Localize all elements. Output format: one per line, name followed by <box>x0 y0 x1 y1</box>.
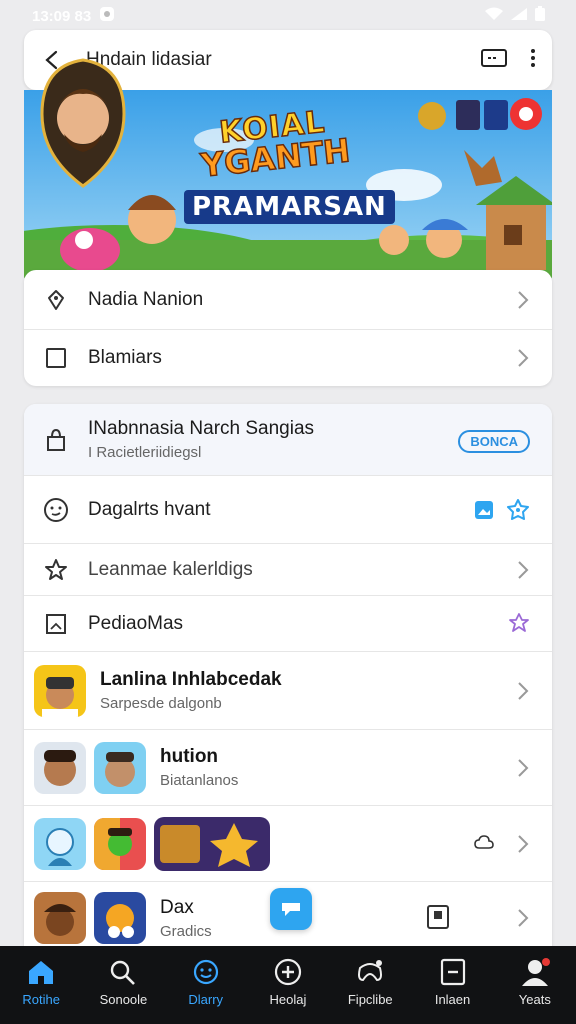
chevron-right-icon <box>518 349 529 367</box>
notification-icon <box>99 6 115 26</box>
list-item-label: Blamiars <box>88 347 162 368</box>
game-title: Dax <box>160 896 194 918</box>
game-row[interactable] <box>24 806 552 882</box>
nav-item-search[interactable]: Sonoole <box>88 958 158 1007</box>
floating-action-button[interactable] <box>270 888 312 930</box>
status-bar: 13:09 83 <box>0 0 576 32</box>
section-header[interactable]: INabnnasia Narch Sangias I Racietleriidi… <box>24 404 552 476</box>
search-icon <box>111 960 136 985</box>
chevron-right-icon <box>518 290 529 309</box>
image-icon[interactable] <box>474 500 494 525</box>
list-item-label: Leanmae kalerldigs <box>88 558 253 580</box>
cast-icon <box>481 48 507 67</box>
cast-button[interactable] <box>480 48 508 73</box>
game-thumbnail <box>34 664 86 717</box>
list-item-label: PediaoMas <box>88 612 184 634</box>
nav-item-library[interactable]: Dlarry <box>171 958 241 1007</box>
game-subtitle: Sarpesde dalgonb <box>100 695 222 712</box>
chevron-right-icon <box>518 560 529 579</box>
bag-icon <box>38 422 74 458</box>
gamepad-icon <box>358 960 383 982</box>
chevron-right-icon <box>518 909 529 927</box>
minus-box-icon <box>440 958 465 986</box>
nav-item-inbox[interactable]: Inlaen <box>418 958 488 1007</box>
smiley-icon <box>38 492 74 528</box>
battery-icon <box>534 6 546 26</box>
tag-icon <box>38 282 74 318</box>
section-subtitle: I Racietleriidiegsl <box>88 444 202 461</box>
more-menu-button[interactable] <box>530 48 536 73</box>
wifi-icon <box>484 7 504 25</box>
cloud-icon[interactable] <box>474 834 494 855</box>
game-title: Lanlina Inhlabcedak <box>100 669 282 690</box>
chevron-right-icon <box>518 758 529 777</box>
game-thumbnail <box>94 741 146 794</box>
frame-icon <box>38 606 74 642</box>
avatar-shield-icon <box>40 58 126 188</box>
content-card: INabnnasia Narch Sangias I Racietleriidi… <box>24 404 552 964</box>
nav-label: Sonoole <box>99 992 148 1007</box>
game-subtitle: Gradics <box>160 922 212 940</box>
nav-label: Heolaj <box>269 992 307 1007</box>
nav-item-games[interactable]: Fipclibe <box>335 958 405 1007</box>
nav-label: Inlaen <box>434 992 471 1007</box>
avatar[interactable] <box>38 56 128 190</box>
game-subtitle: Biatanlanos <box>160 772 239 789</box>
game-thumbnail <box>34 892 86 944</box>
status-time: 13:09 83 <box>32 7 92 25</box>
home-icon <box>29 961 54 984</box>
chevron-right-icon <box>518 681 529 700</box>
square-icon <box>38 340 74 376</box>
nav-item-add[interactable]: Heolaj <box>253 958 323 1007</box>
nav-item-profile[interactable]: Yeats <box>500 958 570 1007</box>
game-row[interactable]: Lanlina Inhlabcedak Sarpesde dalgonb <box>24 652 552 730</box>
bottom-nav: Rotihe Sonoole Dlarry Heolaj Fipclibe In… <box>0 946 576 1024</box>
game-thumbnail <box>94 892 146 944</box>
game-thumbnail <box>34 741 86 794</box>
chevron-right-icon <box>518 834 529 853</box>
smile-badge-icon <box>193 959 218 985</box>
list-item[interactable]: Nadia Nanion <box>24 270 552 330</box>
star-icon <box>38 552 74 588</box>
nav-label: Yeats <box>518 992 551 1007</box>
section-title: INabnnasia Narch Sangias <box>88 418 315 439</box>
plus-circle-icon <box>274 958 302 986</box>
game-title: hution <box>160 746 219 767</box>
game-thumbnail <box>94 817 146 870</box>
list-item[interactable]: PediaoMas <box>24 596 552 652</box>
favorite-star-icon[interactable] <box>508 612 530 639</box>
game-thumbnail <box>34 817 86 870</box>
list-item[interactable]: Leanmae kalerldigs <box>24 544 552 596</box>
nav-label: Rotihe <box>22 992 60 1007</box>
nav-item-home[interactable]: Rotihe <box>6 958 76 1007</box>
nav-label: Fipclibe <box>347 992 393 1007</box>
bookmark-box-icon[interactable] <box>426 904 450 935</box>
list-item[interactable]: Blamiars <box>24 330 552 386</box>
signal-icon <box>510 7 528 25</box>
banner-line3: PRAMARSAN <box>184 190 395 224</box>
person-icon <box>521 958 550 986</box>
more-vert-icon <box>531 48 535 67</box>
list-item[interactable]: Dagalrts hvant <box>24 476 552 544</box>
badge-star-icon[interactable] <box>506 498 530 527</box>
list-item-label: Nadia Nanion <box>88 288 204 310</box>
game-thumbnail <box>154 816 270 871</box>
nav-label: Dlarry <box>188 992 224 1007</box>
chat-icon <box>282 903 300 916</box>
game-row[interactable]: hution Biatanlanos <box>24 730 552 806</box>
list-item-label: Dagalrts hvant <box>88 498 211 520</box>
quick-menu-card: Nadia Nanion Blamiars <box>24 270 552 386</box>
status-badge[interactable]: BONCA <box>458 430 530 453</box>
